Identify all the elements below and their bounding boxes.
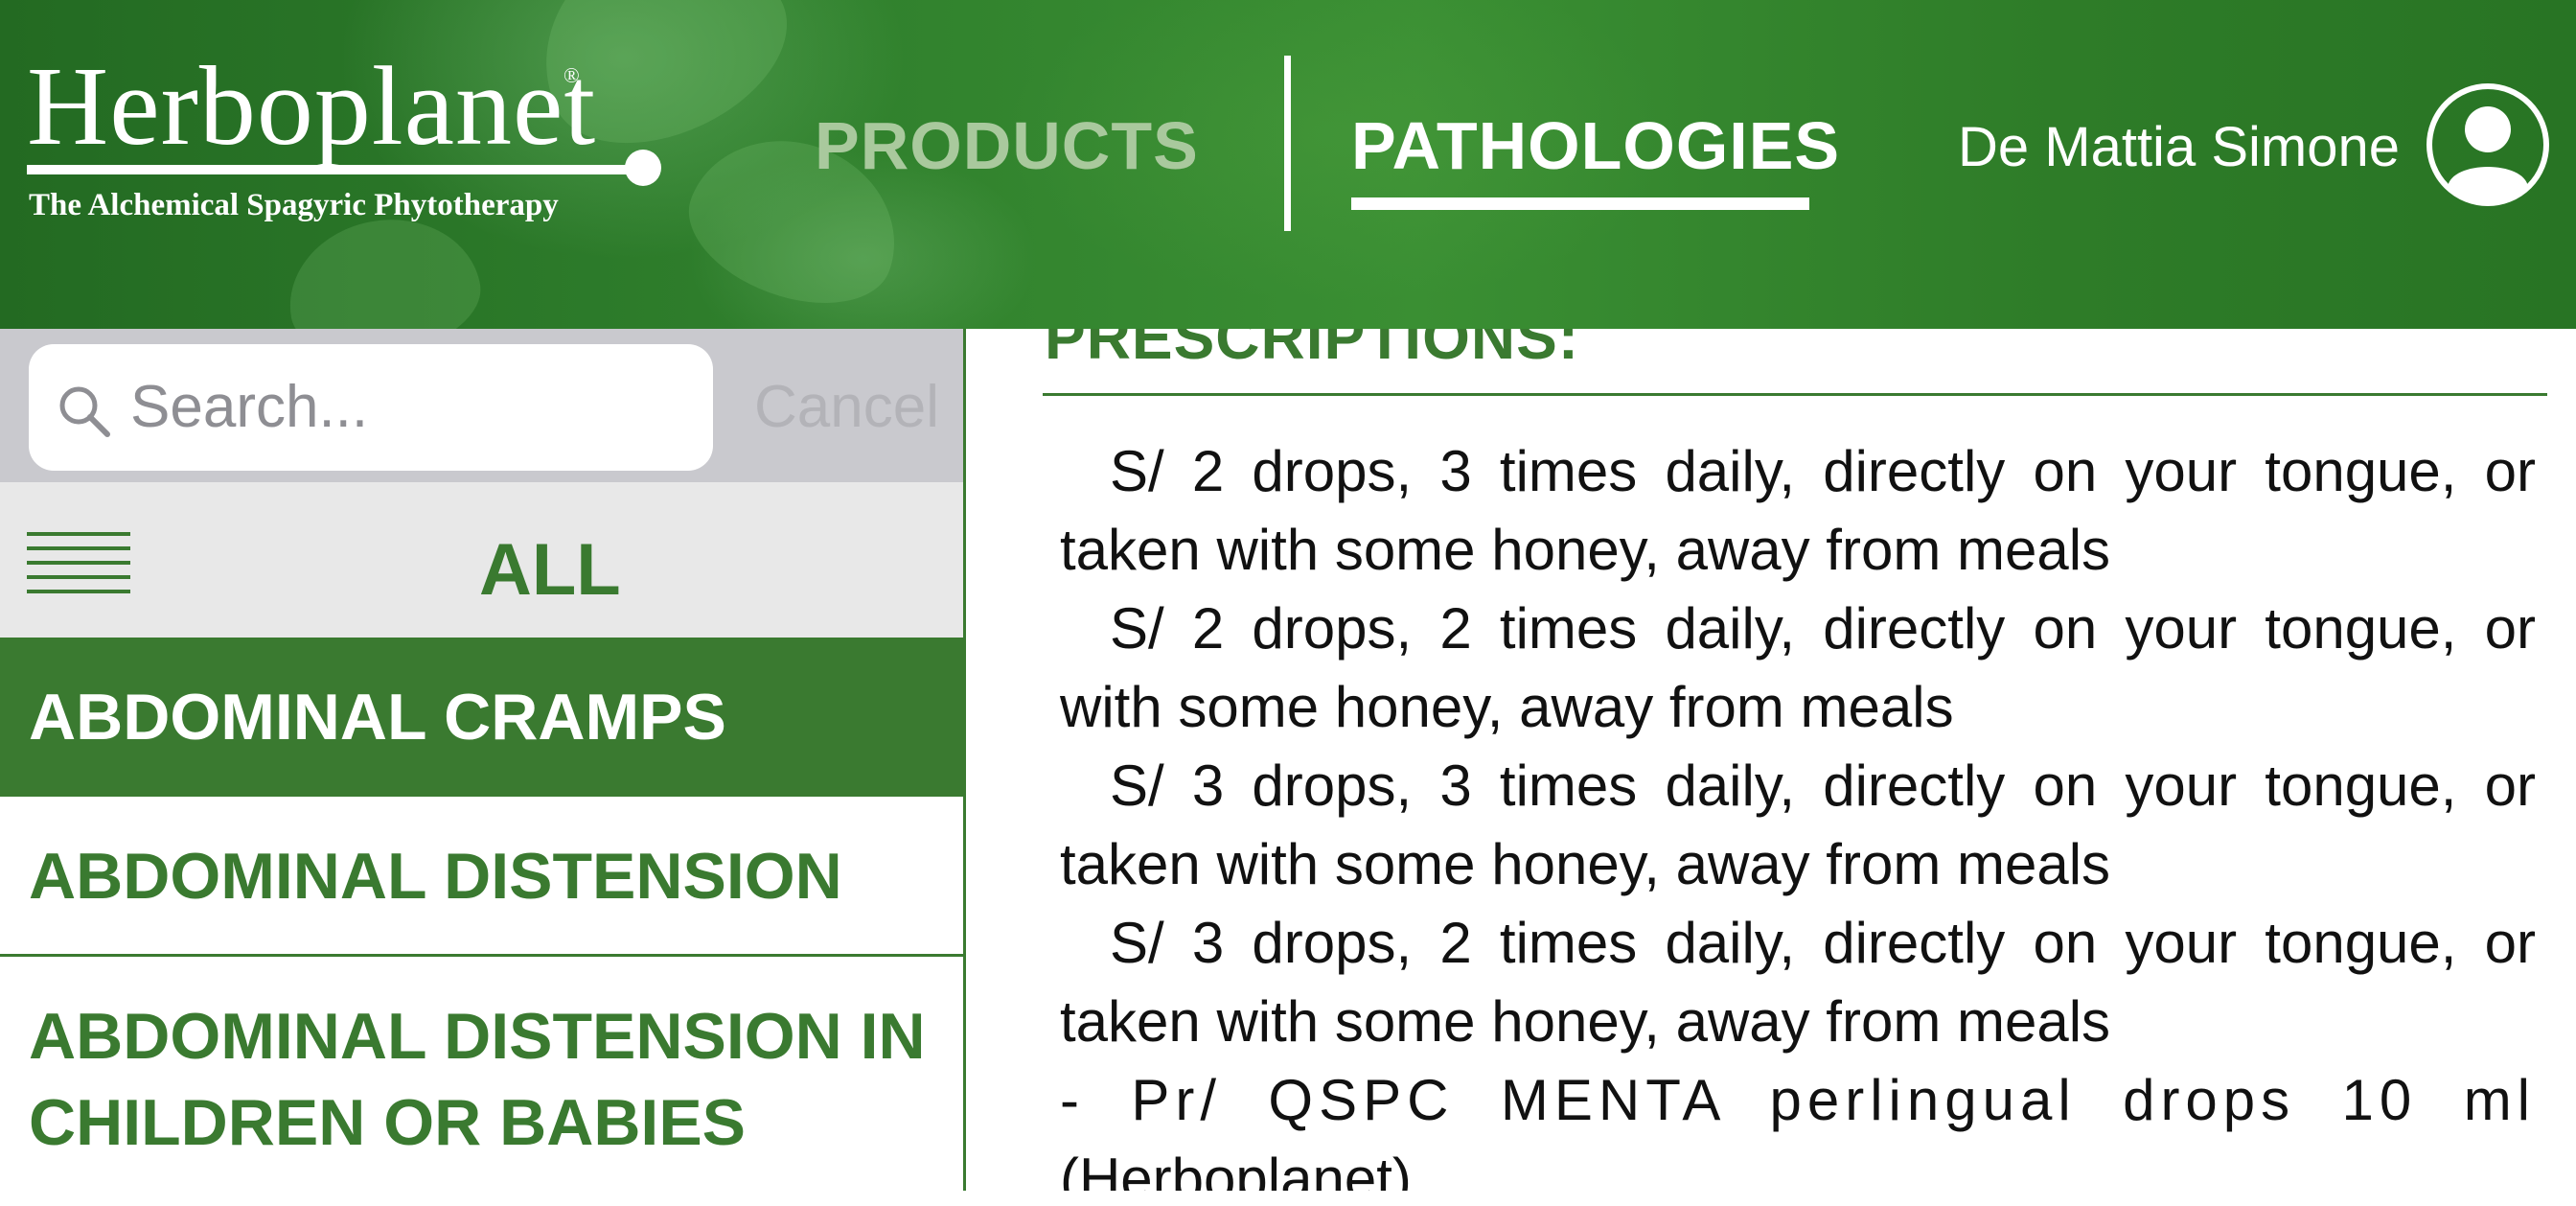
logo-dot	[625, 150, 661, 186]
active-tab-indicator	[1351, 197, 1809, 210]
search-icon	[59, 386, 110, 437]
prescription-item: S/ 3 drops, 3 times daily, directly on y…	[1060, 747, 2536, 904]
menu-icon[interactable]	[27, 532, 130, 593]
brand-tagline: The Alchemical Spagyric Phytotherapy	[29, 188, 559, 222]
app-header: Herboplanet ® The Alchemical Spagyric Ph…	[0, 0, 2576, 329]
list-item-label: ABDOMINAL DISTENSION	[29, 840, 842, 913]
section-title: PRESCRIPTIONS:	[1045, 329, 1580, 372]
brand-name: Herboplanet	[27, 43, 597, 169]
tab-pathologies[interactable]: PATHOLOGIES	[1351, 107, 1840, 184]
prescription-line: S/ 2 drops, 3 times daily, directly on y…	[1110, 439, 2536, 503]
list-item-label: ABDOMINAL CRAMPS	[29, 681, 726, 754]
prescription-line: S/ 3 drops, 2 times daily, directly on y…	[1110, 911, 2536, 975]
list-item-abdominal-cramps[interactable]: ABDOMINAL CRAMPS	[0, 638, 963, 797]
nav-divider	[1284, 56, 1291, 231]
brand-logo[interactable]: Herboplanet ® The Alchemical Spagyric Ph…	[27, 43, 661, 232]
search-bar: Search... Cancel	[0, 329, 963, 482]
registered-mark: ®	[564, 63, 580, 87]
prescription-line: taken with some honey, away from meals	[1060, 989, 2111, 1054]
logo-underline	[27, 165, 631, 174]
list-item-abdominal-distension-children[interactable]: ABDOMINAL DISTENSION IN CHILDREN OR BABI…	[0, 957, 963, 1206]
cancel-button[interactable]: Cancel	[754, 373, 939, 441]
user-avatar-icon[interactable]	[2425, 81, 2576, 246]
prescription-line: taken with some honey, away from meals	[1060, 832, 2111, 896]
prescription-item: S/ 3 drops, 2 times daily, directly on y…	[1060, 904, 2536, 1061]
prescription-line: taken with some honey, away from meals	[1060, 518, 2111, 582]
category-filter-label[interactable]: ALL	[479, 528, 621, 612]
pathologies-sidebar: Search... Cancel ALL ABDOMINAL CRAMPS AB…	[0, 329, 963, 1191]
section-divider	[1043, 393, 2547, 396]
search-input[interactable]: Search...	[29, 344, 713, 471]
tab-products[interactable]: PRODUCTS	[815, 107, 1199, 184]
list-item-abdominal-distension[interactable]: ABDOMINAL DISTENSION	[0, 797, 963, 957]
filter-row: ALL	[0, 482, 963, 638]
prescription-line: with some honey, away from meals	[1060, 675, 1954, 739]
user-name[interactable]: De Mattia Simone	[1958, 115, 2400, 179]
prescription-item: S/ 2 drops, 2 times daily, directly on y…	[1060, 590, 2536, 747]
prescription-item: S/ 2 drops, 3 times daily, directly on y…	[1060, 432, 2536, 590]
prescription-detail: PRESCRIPTIONS: S/ 2 drops, 3 times daily…	[966, 329, 2576, 1191]
prescription-line: S/ 2 drops, 2 times daily, directly on y…	[1110, 596, 2536, 661]
list-item-label: CHILDREN OR BABIES	[29, 1086, 747, 1159]
search-placeholder: Search...	[130, 374, 369, 440]
list-item-label: ABDOMINAL DISTENSION IN	[29, 1000, 926, 1073]
product-line: - Pr/ QSPC MENTA perlingual drops 10 ml	[1060, 1068, 2536, 1132]
product-line: (Herboplanet)	[1060, 1147, 1412, 1191]
product-item[interactable]: - Pr/ QSPC MENTA perlingual drops 10 ml …	[1060, 1061, 2536, 1191]
prescription-line: S/ 3 drops, 3 times daily, directly on y…	[1110, 754, 2536, 818]
